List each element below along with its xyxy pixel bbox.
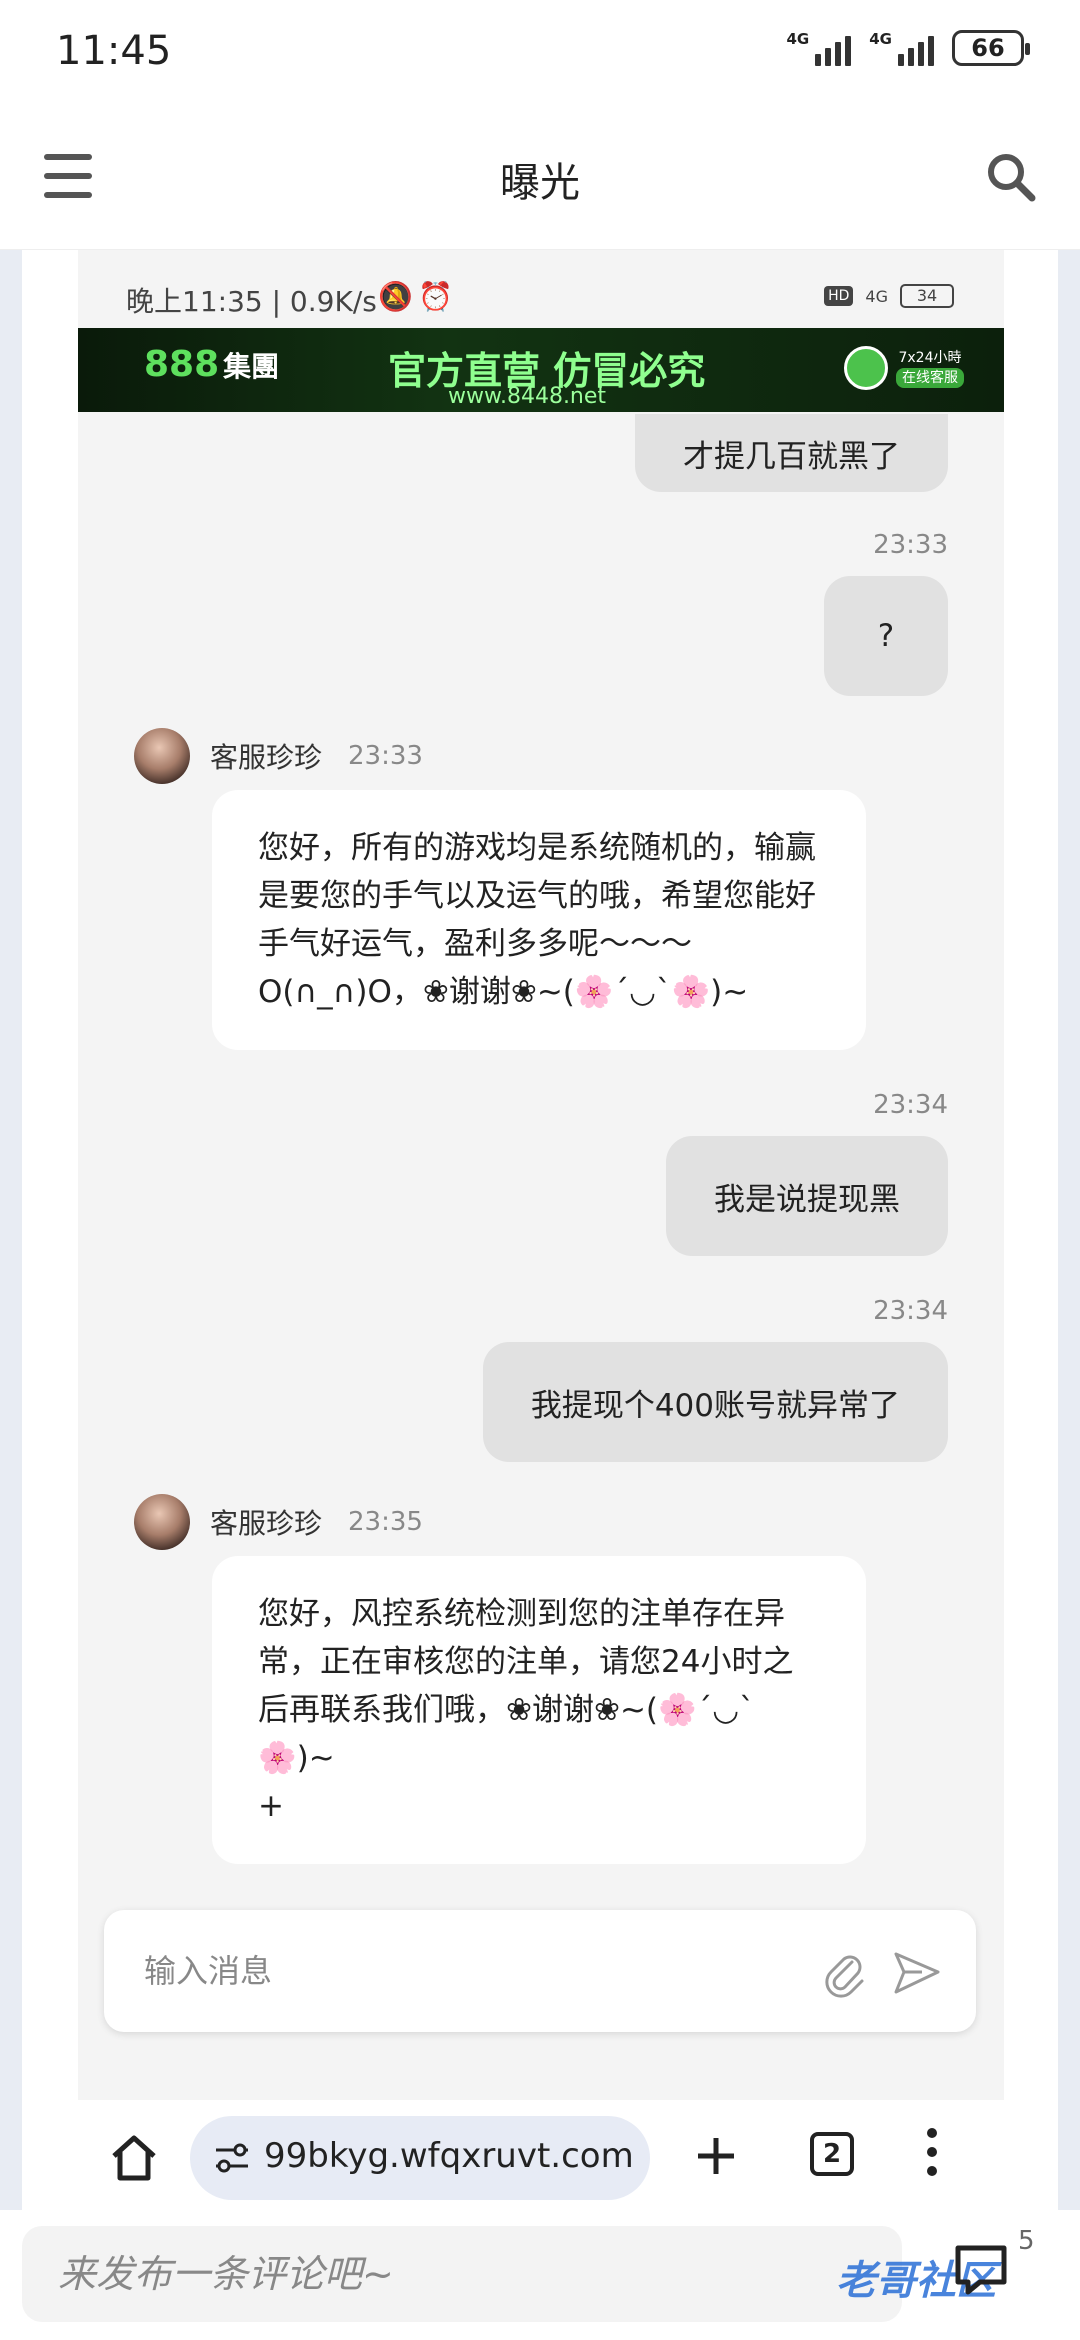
status-icons: 4G 4G 66: [787, 30, 1030, 66]
sent-message: 才提几百就黑了: [635, 414, 948, 492]
inner-status-bar: 晚上11:35 | 0.9K/s 🔕 ⏰ HD 4G 34: [78, 280, 1004, 330]
message-time: 23:33: [348, 741, 423, 771]
screenshot-frame: 晚上11:35 | 0.9K/s 🔕 ⏰ HD 4G 34 888 集團 官方直营…: [22, 250, 1058, 2210]
url-text: 99bkyg.wfqxruvt.com: [264, 2136, 634, 2176]
agent-header: 客服珍珍 23:35: [134, 1494, 423, 1550]
battery-icon: 66: [952, 30, 1030, 66]
alarm-icon: ⏰: [418, 280, 453, 313]
inner-status-icons: HD 4G 34: [824, 284, 954, 308]
home-icon[interactable]: [108, 2132, 160, 2184]
message-input[interactable]: [144, 1946, 784, 1996]
comment-icon[interactable]: [950, 2242, 1012, 2298]
site-settings-icon[interactable]: [212, 2138, 252, 2178]
signal-icon: 4G: [787, 30, 852, 66]
service-hours: 7x24小時: [898, 350, 962, 366]
address-bar[interactable]: 99bkyg.wfqxruvt.com: [190, 2116, 650, 2200]
avatar: [134, 728, 190, 784]
inner-status-text: 晚上11:35 | 0.9K/s: [126, 285, 377, 318]
page-title: 曝光: [500, 160, 580, 206]
message-time: 23:34: [873, 1296, 948, 1326]
banner-logo: 888 集團: [144, 344, 280, 385]
ad-banner[interactable]: 888 集團 官方直营 仿冒必究 www.8448.net 7x24小時 在线客服: [78, 328, 1004, 412]
sent-message: 我是说提现黑: [666, 1136, 948, 1256]
send-icon[interactable]: [892, 1950, 942, 1996]
inner-battery-icon: 34: [900, 284, 954, 308]
message-time: 23:35: [348, 1507, 423, 1537]
hd-icon: HD: [824, 286, 854, 306]
banner-url: www.8448.net: [448, 384, 607, 409]
sent-message: ?: [824, 576, 948, 696]
received-message: 您好，风控系统检测到您的注单存在异常，正在审核您的注单，请您24小时之后再联系我…: [212, 1556, 866, 1864]
agent-header: 客服珍珍 23:33: [134, 728, 423, 784]
more-options-icon[interactable]: [922, 2128, 942, 2184]
service-label: 在线客服: [896, 368, 964, 388]
service-icon: [844, 346, 888, 390]
banner-service[interactable]: 7x24小時 在线客服: [844, 346, 964, 390]
sent-message: 我提现个400账号就异常了: [482, 1342, 948, 1462]
agent-name: 客服珍珍: [210, 741, 323, 774]
tab-count-button[interactable]: 2: [810, 2132, 854, 2176]
chat-input-bar: [104, 1910, 976, 2032]
chat-panel: 晚上11:35 | 0.9K/s 🔕 ⏰ HD 4G 34 888 集團 官方直营…: [78, 250, 1004, 2100]
comment-count: 5: [1018, 2226, 1035, 2256]
avatar: [134, 1494, 190, 1550]
paperclip-icon[interactable]: [822, 1948, 868, 1998]
new-tab-icon[interactable]: [692, 2132, 740, 2180]
status-bar: 11:45 4G 4G 66: [0, 0, 1080, 110]
comment-bar: 老哥社区 5: [0, 2210, 1080, 2340]
agent-name: 客服珍珍: [210, 1507, 323, 1540]
received-message: 您好，所有的游戏均是系统随机的，输赢是要您的手气以及运气的哦，希望您能好手气好运…: [212, 790, 866, 1050]
signal-icon: 4G: [869, 30, 934, 66]
message-time: 23:33: [873, 530, 948, 560]
browser-toolbar: 99bkyg.wfqxruvt.com 2: [22, 2110, 1058, 2210]
mute-icon: 🔕: [378, 280, 413, 313]
comment-input[interactable]: [22, 2226, 902, 2322]
search-icon[interactable]: [982, 148, 1040, 206]
message-time: 23:34: [873, 1090, 948, 1120]
status-time: 11:45: [56, 28, 172, 74]
app-bar: 曝光: [0, 110, 1080, 250]
post-screenshot: 晚上11:35 | 0.9K/s 🔕 ⏰ HD 4G 34 888 集團 官方直营…: [0, 250, 1080, 2210]
inner-signal-icon: 4G: [865, 286, 888, 306]
